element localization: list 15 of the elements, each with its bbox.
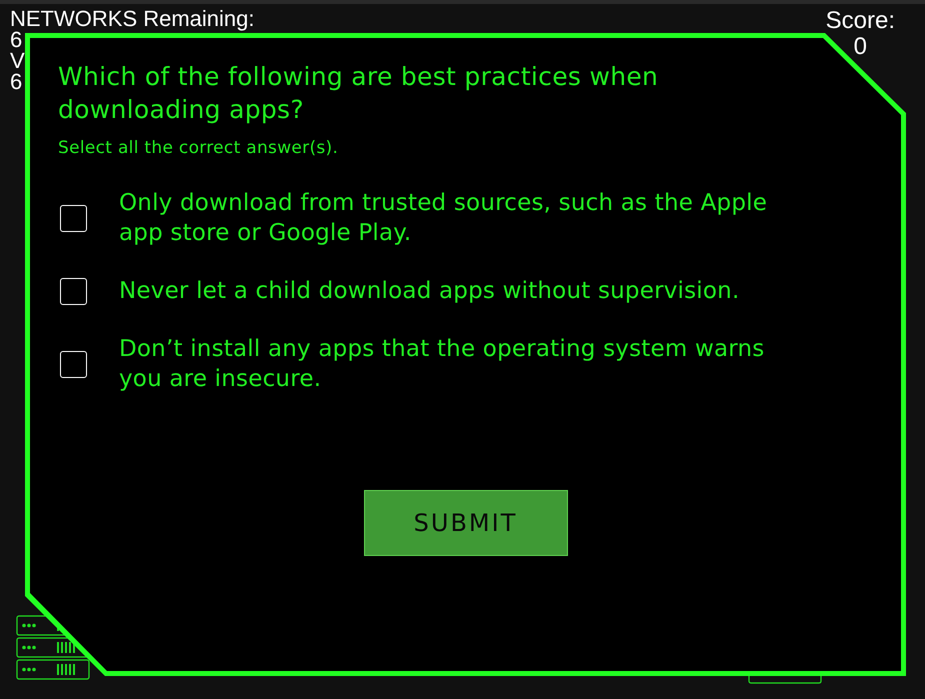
answer-checkbox[interactable]: [60, 350, 87, 378]
score-value: 0: [854, 34, 867, 60]
submit-button[interactable]: SUBMIT: [364, 490, 568, 556]
instruction-text: Select all the correct answer(s).: [58, 138, 340, 158]
answer-checkbox[interactable]: [60, 204, 87, 232]
answer-checkbox[interactable]: [60, 278, 87, 304]
answer-text: Only download from trusted sources, such as the Apple app store or Google Play.: [119, 189, 768, 248]
networks-label: NETWORKS Remaining:: [10, 8, 255, 29]
question-text: Which of the following are best practices when downloading apps?: [58, 61, 660, 126]
network-status-text: 6: [10, 29, 22, 50]
answer-text: Never let a child download apps without supervision.: [119, 277, 740, 306]
score-label: Score:: [826, 8, 895, 34]
network-status-text: 6: [10, 71, 22, 92]
network-status-text: V: [10, 50, 25, 71]
answer-text: Don’t install any apps that the operating system warns you are insecure.: [119, 335, 766, 394]
